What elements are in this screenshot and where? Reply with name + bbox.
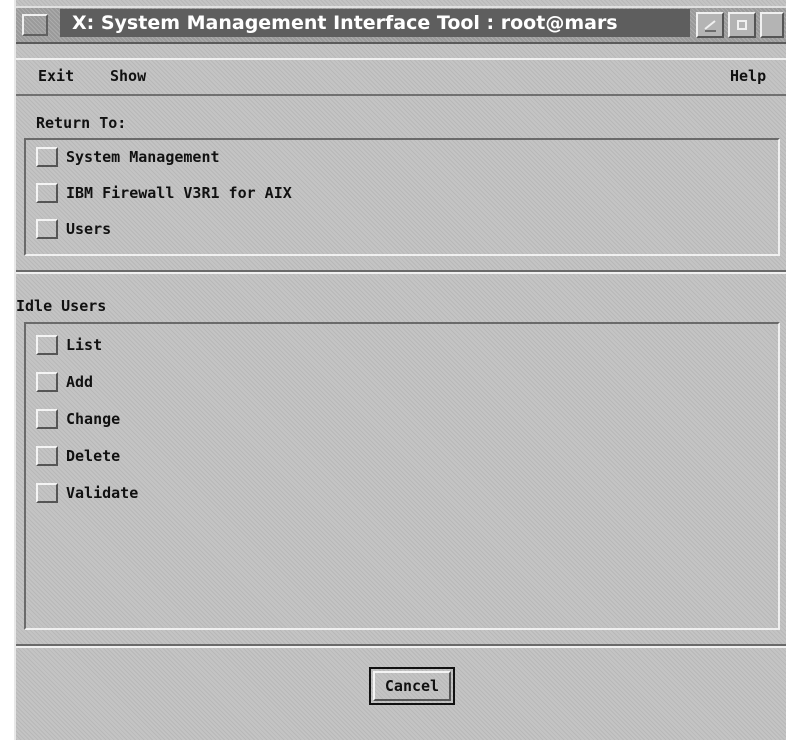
- return-item-system-management[interactable]: System Management: [36, 144, 220, 170]
- idle-item-label: Add: [66, 373, 94, 391]
- menu-bar: Exit Show Help: [16, 58, 786, 96]
- minimize-icon[interactable]: [696, 12, 724, 38]
- item-button-icon[interactable]: [36, 446, 58, 466]
- return-item-label: System Management: [66, 148, 220, 166]
- return-item-label: IBM Firewall V3R1 for AIX: [66, 184, 292, 202]
- system-menu-icon[interactable]: [22, 14, 48, 36]
- idle-users-list: List Add Change Delete Validate: [24, 322, 780, 630]
- smit-window: X: System Management Interface Tool : ro…: [14, 0, 786, 740]
- idle-item-change[interactable]: Change: [36, 406, 120, 432]
- idle-item-add[interactable]: Add: [36, 369, 93, 395]
- separator: [16, 644, 786, 648]
- menu-show[interactable]: Show: [110, 67, 146, 85]
- cancel-button[interactable]: Cancel: [369, 667, 455, 705]
- menu-exit[interactable]: Exit: [38, 67, 74, 85]
- idle-item-list[interactable]: List: [36, 332, 102, 358]
- item-button-icon[interactable]: [36, 483, 58, 503]
- return-to-list: System Management IBM Firewall V3R1 for …: [24, 138, 780, 256]
- return-to-label: Return To:: [36, 114, 127, 132]
- idle-item-label: Change: [66, 410, 121, 428]
- idle-item-delete[interactable]: Delete: [36, 443, 120, 469]
- close-icon[interactable]: [760, 12, 784, 38]
- idle-item-label: Delete: [66, 447, 121, 465]
- item-button-icon[interactable]: [36, 409, 58, 429]
- idle-users-label: Idle Users: [16, 297, 107, 315]
- return-item-ibm-firewall[interactable]: IBM Firewall V3R1 for AIX: [36, 180, 292, 206]
- title-bar[interactable]: X: System Management Interface Tool : ro…: [16, 6, 786, 44]
- window-title: X: System Management Interface Tool : ro…: [60, 9, 690, 37]
- return-item-label: Users: [66, 220, 112, 238]
- item-button-icon[interactable]: [36, 219, 58, 239]
- idle-item-validate[interactable]: Validate: [36, 480, 138, 506]
- cancel-button-label: Cancel: [373, 671, 451, 701]
- idle-item-label: List: [66, 336, 103, 354]
- item-button-icon[interactable]: [36, 147, 58, 167]
- idle-item-label: Validate: [66, 484, 139, 502]
- maximize-icon[interactable]: [728, 12, 756, 38]
- return-item-users[interactable]: Users: [36, 216, 111, 242]
- item-button-icon[interactable]: [36, 372, 58, 392]
- separator: [16, 270, 786, 274]
- item-button-icon[interactable]: [36, 335, 58, 355]
- menu-help[interactable]: Help: [730, 67, 766, 85]
- item-button-icon[interactable]: [36, 183, 58, 203]
